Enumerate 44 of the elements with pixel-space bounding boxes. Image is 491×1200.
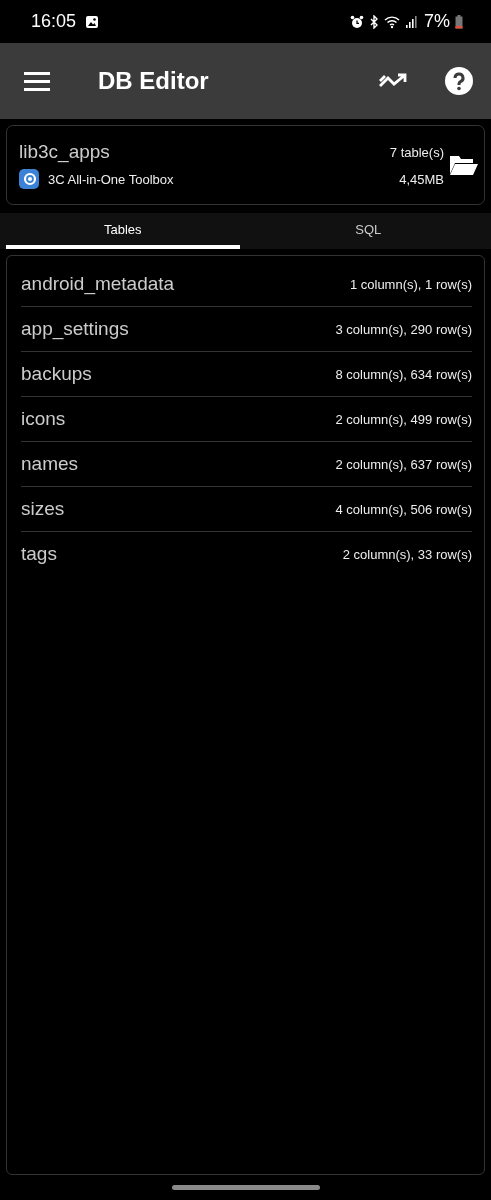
table-info: 4 column(s), 506 row(s) [335, 501, 472, 517]
signal-icon [405, 14, 417, 29]
table-info: 2 column(s), 637 row(s) [335, 456, 472, 472]
help-icon [445, 67, 473, 95]
table-info: 1 column(s), 1 row(s) [349, 276, 472, 292]
table-name: sizes [21, 498, 65, 520]
battery-percent: 7% [424, 11, 450, 32]
image-icon [85, 14, 100, 29]
wifi-icon [384, 14, 400, 29]
folder-icon [450, 154, 478, 176]
table-row[interactable]: backups 8 column(s), 634 row(s) [21, 352, 472, 397]
table-row[interactable]: names 2 column(s), 637 row(s) [21, 442, 472, 487]
table-name: android_metadata [21, 273, 175, 295]
tab[interactable]: SQL [251, 213, 485, 249]
tab[interactable]: Tables [6, 213, 240, 249]
table-info: 2 column(s), 33 row(s) [342, 546, 472, 562]
table-name: app_settings [21, 318, 129, 340]
table-count: 7 table(s) [389, 144, 444, 160]
table-row[interactable]: sizes 4 column(s), 506 row(s) [21, 487, 472, 532]
help-button[interactable] [445, 67, 473, 95]
gesture-handle[interactable] [171, 1185, 320, 1190]
database-size: 4,45MB [399, 171, 444, 187]
database-name: lib3c_apps [19, 141, 110, 163]
alarm-icon [350, 14, 364, 29]
table-row[interactable]: android_metadata 1 column(s), 1 row(s) [21, 262, 472, 307]
app-icon [19, 169, 39, 189]
bluetooth-icon [369, 14, 379, 29]
table-row[interactable]: app_settings 3 column(s), 290 row(s) [21, 307, 472, 352]
table-name: tags [21, 543, 57, 565]
table-info: 2 column(s), 499 row(s) [335, 411, 472, 427]
app-name: 3C All-in-One Toolbox [48, 171, 174, 187]
table-name: backups [21, 363, 92, 385]
battery-icon [455, 14, 463, 29]
table-name: icons [21, 408, 66, 430]
app-title: DB Editor [98, 67, 209, 95]
open-folder-button[interactable] [450, 154, 478, 176]
menu-icon [24, 71, 50, 91]
table-info: 8 column(s), 634 row(s) [335, 366, 472, 382]
table-row[interactable]: tags 2 column(s), 33 row(s) [21, 532, 472, 576]
menu-button[interactable] [24, 71, 50, 91]
table-name: names [21, 453, 79, 475]
status-time: 16:05 [31, 11, 77, 32]
table-info: 3 column(s), 290 row(s) [335, 321, 472, 337]
table-row[interactable]: icons 2 column(s), 499 row(s) [21, 397, 472, 442]
